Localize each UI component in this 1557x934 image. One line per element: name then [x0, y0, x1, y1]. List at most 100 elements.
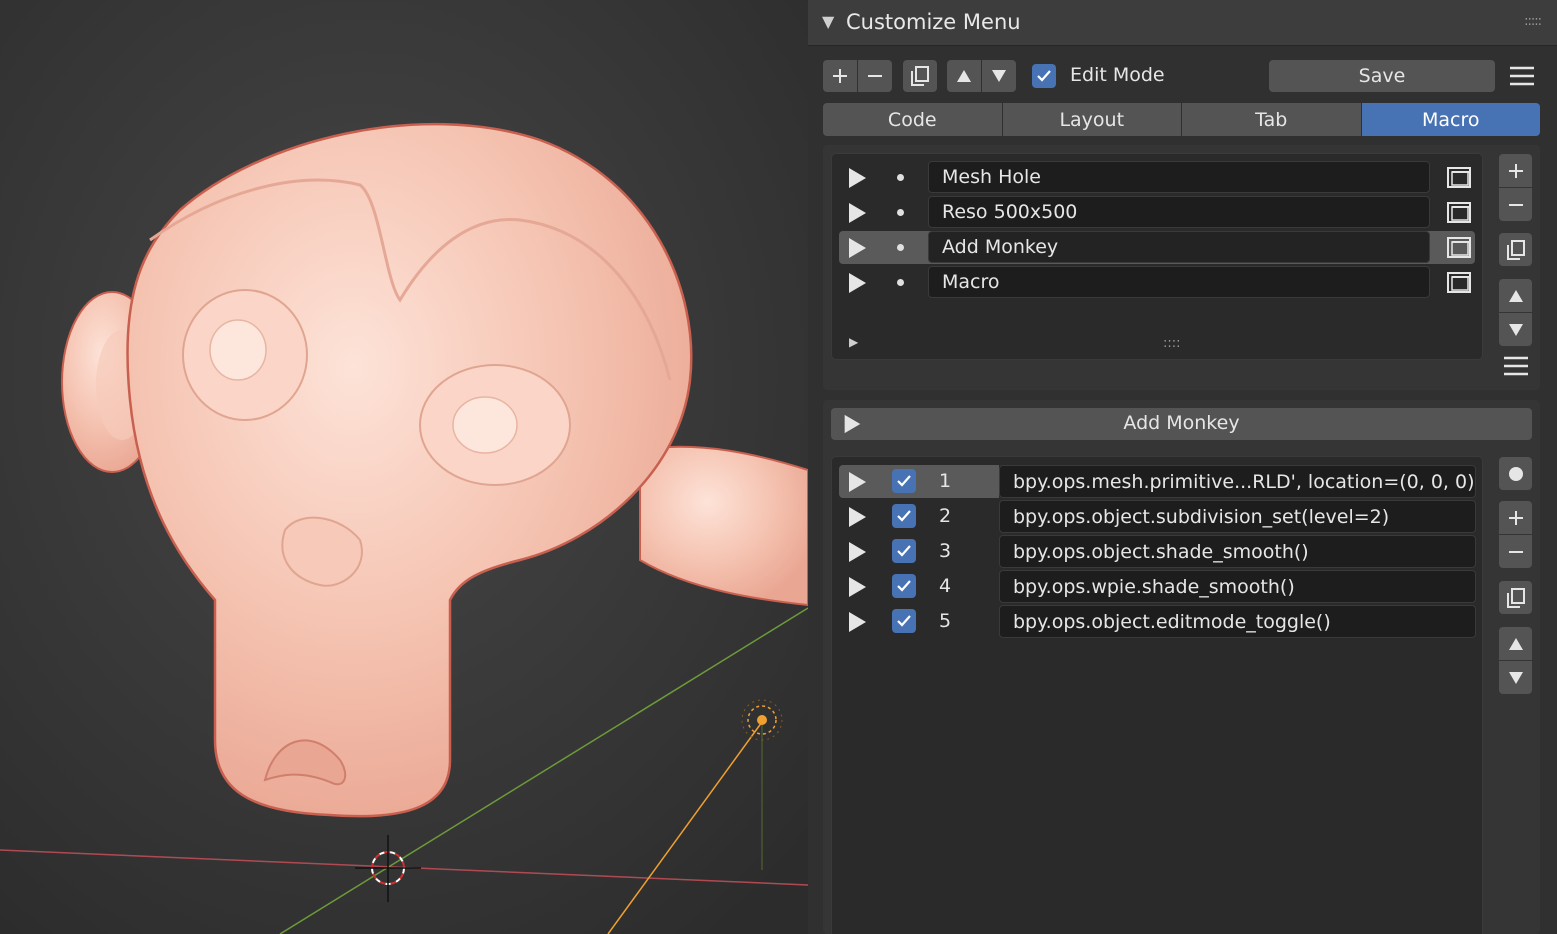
- checkmark-icon: [897, 475, 911, 487]
- operation-code-field[interactable]: bpy.ops.object.shade_smooth(): [999, 535, 1476, 568]
- copy-icon: [1506, 239, 1525, 260]
- panel-menu-button[interactable]: [1504, 60, 1540, 92]
- checkmark-icon: [897, 510, 911, 522]
- copy-menu-button[interactable]: [903, 60, 937, 92]
- window-icon[interactable]: [1446, 269, 1472, 295]
- bullet-icon: [897, 279, 904, 286]
- move-operation-up-button[interactable]: [1499, 627, 1532, 660]
- play-icon[interactable]: [846, 575, 868, 599]
- minus-icon: [868, 75, 882, 77]
- tab-layout[interactable]: Layout: [1002, 103, 1181, 136]
- plus-icon: [1508, 163, 1523, 178]
- checkmark-icon: [1037, 70, 1051, 82]
- list-resize-grip-icon[interactable]: ::::: [1163, 336, 1181, 351]
- copy-icon: [1506, 587, 1525, 608]
- macro-list-menu-button[interactable]: [1499, 349, 1532, 382]
- operation-enabled-checkbox[interactable]: [892, 609, 916, 633]
- remove-macro-button[interactable]: [1499, 188, 1532, 221]
- operation-index: 2: [938, 505, 952, 527]
- tab-code[interactable]: Code: [823, 103, 1002, 136]
- operation-enabled-checkbox[interactable]: [892, 574, 916, 598]
- play-icon[interactable]: [846, 271, 868, 295]
- operation-index: 4: [938, 575, 952, 597]
- operation-code-field[interactable]: bpy.ops.object.editmode_toggle(): [999, 605, 1476, 638]
- copy-operation-button[interactable]: [1499, 581, 1532, 614]
- plus-icon: [1508, 510, 1523, 525]
- run-macro-button[interactable]: Add Monkey: [831, 408, 1532, 440]
- mode-tabs: Code Layout Tab Macro: [823, 103, 1540, 136]
- move-macro-down-button[interactable]: [1499, 313, 1532, 346]
- bullet-icon: [897, 244, 904, 251]
- macro-editor-title: Add Monkey: [1123, 412, 1240, 434]
- triangle-up-icon: [1508, 289, 1523, 302]
- hamburger-menu-icon: [1503, 356, 1528, 375]
- add-macro-button[interactable]: [1499, 154, 1532, 187]
- add-operation-button[interactable]: [1499, 501, 1532, 534]
- panel-title: Customize Menu: [846, 10, 1021, 34]
- list-item[interactable]: Add Monkey: [839, 231, 1475, 264]
- copy-icon: [911, 66, 929, 86]
- window-icon[interactable]: [1446, 234, 1472, 260]
- minus-icon: [1508, 203, 1523, 206]
- play-icon[interactable]: [846, 505, 868, 529]
- macro-name-field[interactable]: Add Monkey: [928, 231, 1430, 263]
- triangle-down-icon: [1508, 323, 1523, 336]
- tab-tab[interactable]: Tab: [1182, 103, 1361, 136]
- play-icon[interactable]: [846, 470, 868, 494]
- edit-mode-label[interactable]: Edit Mode: [1070, 64, 1165, 86]
- tab-macro[interactable]: Macro: [1361, 103, 1540, 136]
- move-macro-up-button[interactable]: [1499, 279, 1532, 312]
- play-icon[interactable]: [846, 166, 868, 190]
- drag-grip-icon[interactable]: :::::: [1524, 14, 1542, 29]
- triangle-down-icon: [992, 70, 1006, 82]
- move-down-button[interactable]: [982, 60, 1016, 92]
- list-item[interactable]: Reso 500x500: [839, 196, 1475, 229]
- copy-macro-button[interactable]: [1499, 233, 1532, 266]
- bullet-icon: [897, 209, 904, 216]
- play-icon[interactable]: [846, 236, 868, 260]
- macro-name-field[interactable]: Macro: [928, 266, 1430, 298]
- checkmark-icon: [897, 615, 911, 627]
- checkmark-icon: [897, 580, 911, 592]
- operation-code-field[interactable]: bpy.ops.object.subdivision_set(level=2): [999, 500, 1476, 533]
- move-operation-down-button[interactable]: [1499, 661, 1532, 694]
- triangle-up-icon: [1508, 637, 1523, 650]
- triangle-up-icon: [957, 70, 971, 82]
- bullet-icon: [897, 174, 904, 181]
- collapse-triangle-icon[interactable]: ▼: [822, 12, 834, 31]
- add-menu-button[interactable]: [823, 60, 857, 92]
- list-filter-toggle-icon[interactable]: ▶: [849, 335, 858, 349]
- panel-header[interactable]: ▼ Customize Menu :::::: [808, 0, 1557, 46]
- play-icon[interactable]: [846, 201, 868, 225]
- operation-enabled-checkbox[interactable]: [892, 539, 916, 563]
- edit-mode-checkbox[interactable]: [1032, 64, 1056, 88]
- remove-operation-button[interactable]: [1499, 535, 1532, 568]
- 3d-viewport[interactable]: [0, 0, 808, 934]
- checkmark-icon: [897, 545, 911, 557]
- move-up-button[interactable]: [947, 60, 981, 92]
- macro-name-field[interactable]: Reso 500x500: [928, 196, 1430, 228]
- triangle-down-icon: [1508, 671, 1523, 684]
- operation-index: 3: [938, 540, 952, 562]
- remove-menu-button[interactable]: [858, 60, 892, 92]
- hamburger-menu-icon: [1510, 66, 1534, 86]
- window-icon[interactable]: [1446, 164, 1472, 190]
- record-icon: [1508, 466, 1523, 481]
- save-button[interactable]: Save: [1269, 60, 1495, 92]
- operation-enabled-checkbox[interactable]: [892, 469, 916, 493]
- viewport-scene: [0, 0, 808, 934]
- play-icon[interactable]: [846, 540, 868, 564]
- list-item[interactable]: Macro: [839, 266, 1475, 299]
- macro-name-field[interactable]: Mesh Hole: [928, 161, 1430, 193]
- plus-icon: [833, 69, 847, 83]
- play-icon[interactable]: [846, 610, 868, 634]
- operation-enabled-checkbox[interactable]: [892, 504, 916, 528]
- operation-code-field[interactable]: bpy.ops.wpie.shade_smooth(): [999, 570, 1476, 603]
- operation-index: 5: [938, 610, 952, 632]
- list-item[interactable]: Mesh Hole: [839, 161, 1475, 194]
- window-icon[interactable]: [1446, 199, 1472, 225]
- record-button[interactable]: [1499, 457, 1532, 490]
- minus-icon: [1508, 550, 1523, 553]
- operation-code-field[interactable]: bpy.ops.mesh.primitive...RLD', location=…: [999, 465, 1476, 498]
- operation-index: 1: [938, 470, 952, 492]
